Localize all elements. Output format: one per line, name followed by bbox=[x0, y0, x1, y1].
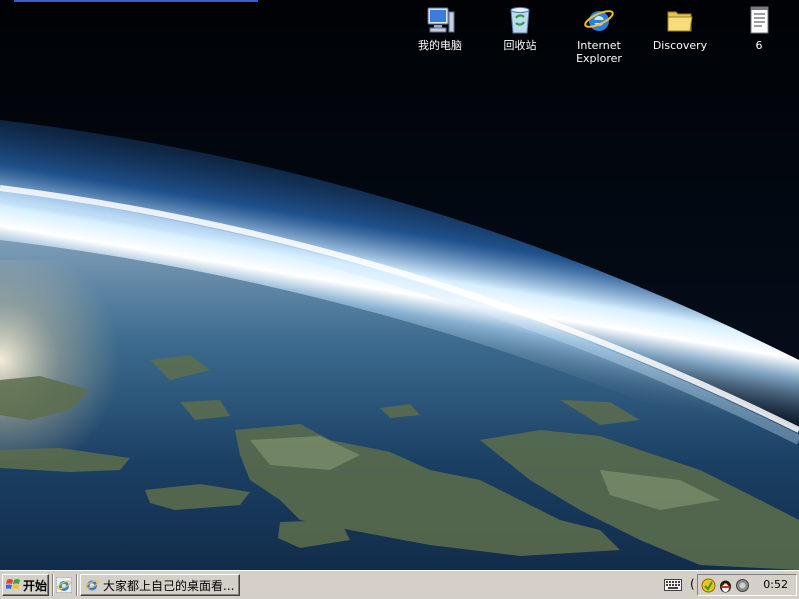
discovery-label: Discovery bbox=[652, 39, 708, 52]
window-edge-sliver bbox=[14, 0, 258, 2]
internet-explorer-icon bbox=[584, 10, 614, 31]
recycle-bin-label: 回收站 bbox=[503, 39, 537, 52]
qq-penguin-icon[interactable] bbox=[718, 578, 733, 593]
taskbar-separator bbox=[52, 574, 54, 596]
desktop-icon-my-computer[interactable]: 我的电脑 bbox=[401, 2, 479, 52]
internet-explorer-label: Internet Explorer bbox=[576, 39, 622, 65]
quick-launch-ie-icon[interactable] bbox=[56, 577, 72, 593]
recycle-bin-icon bbox=[510, 7, 530, 34]
folder-icon bbox=[667, 11, 693, 32]
desktop-icon-discovery[interactable]: Discovery bbox=[641, 2, 719, 52]
my-computer-icon bbox=[427, 7, 455, 33]
windows-logo-icon bbox=[6, 579, 20, 589]
earth-wallpaper bbox=[0, 0, 799, 570]
system-tray: 0:52 bbox=[697, 574, 797, 596]
clock[interactable]: 0:52 bbox=[763, 578, 788, 591]
taskbar-separator bbox=[76, 574, 78, 596]
tray-app-icon[interactable] bbox=[701, 578, 716, 593]
desktop[interactable]: 我的电脑 回收站 Internet Explorer Discovery 6 bbox=[0, 0, 799, 570]
taskbar-window-button[interactable]: 大家都上自己的桌面看... bbox=[80, 574, 240, 596]
desktop-icon-document-6[interactable]: 6 bbox=[720, 2, 798, 52]
text-document-icon bbox=[750, 6, 769, 34]
start-button[interactable]: 开始 bbox=[2, 574, 49, 596]
desktop-icon-recycle-bin[interactable]: 回收站 bbox=[481, 2, 559, 52]
document-6-label: 6 bbox=[755, 39, 763, 52]
desktop-icon-internet-explorer[interactable]: Internet Explorer bbox=[560, 2, 638, 65]
taskbar-window-label: 大家都上自己的桌面看... bbox=[103, 578, 235, 593]
my-computer-label: 我的电脑 bbox=[418, 39, 462, 52]
start-label: 开始 bbox=[23, 578, 48, 593]
taskbar: 开始 大家都上自己的桌面看... (0:52 bbox=[0, 570, 799, 599]
keyboard-input-icon[interactable] bbox=[664, 579, 682, 591]
ie-window-icon bbox=[85, 580, 99, 591]
tray-expand-icon[interactable]: ( bbox=[690, 577, 695, 591]
volume-tray-icon[interactable] bbox=[735, 578, 750, 593]
